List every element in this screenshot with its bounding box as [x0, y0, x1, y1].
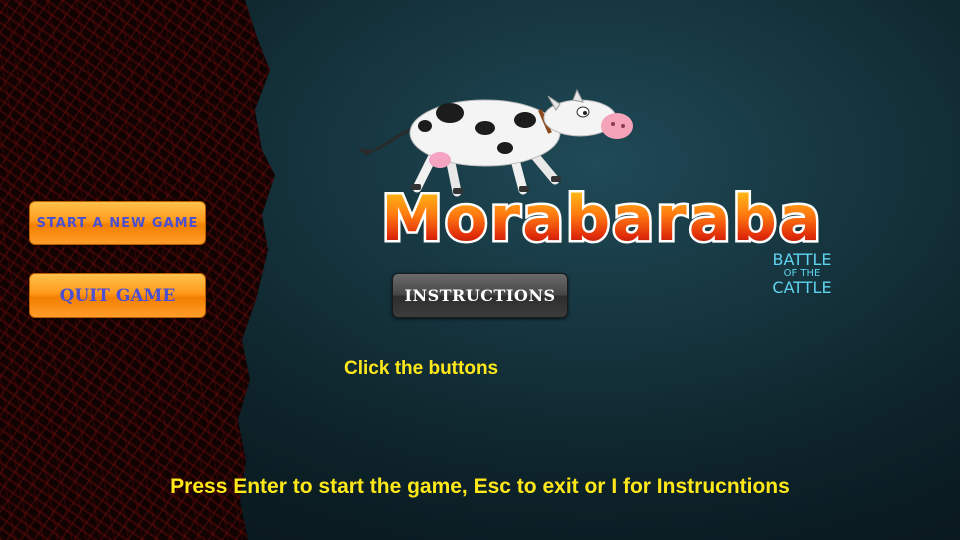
- keyboard-controls-text: Press Enter to start the game, Esc to ex…: [170, 475, 790, 498]
- game-title-logo: Morabaraba: [379, 180, 824, 252]
- start-new-game-button[interactable]: START A NEW GAME: [29, 201, 206, 245]
- subtitle-line-3: CATTLE: [772, 278, 832, 297]
- start-new-game-label: START A NEW GAME: [36, 215, 199, 231]
- instructions-button[interactable]: INSTRUCTIONS: [392, 273, 568, 318]
- instructions-label: INSTRUCTIONS: [404, 286, 556, 305]
- lava-texture-panel: [0, 0, 275, 540]
- hint-text: Click the buttons: [344, 358, 499, 379]
- subtitle-line-1: BATTLE: [772, 250, 832, 269]
- game-title-text: Morabaraba: [381, 182, 823, 252]
- game-subtitle: BATTLE OF THE CATTLE: [752, 252, 852, 296]
- quit-game-label: QUIT GAME: [59, 285, 176, 306]
- quit-game-button[interactable]: QUIT GAME: [29, 273, 206, 318]
